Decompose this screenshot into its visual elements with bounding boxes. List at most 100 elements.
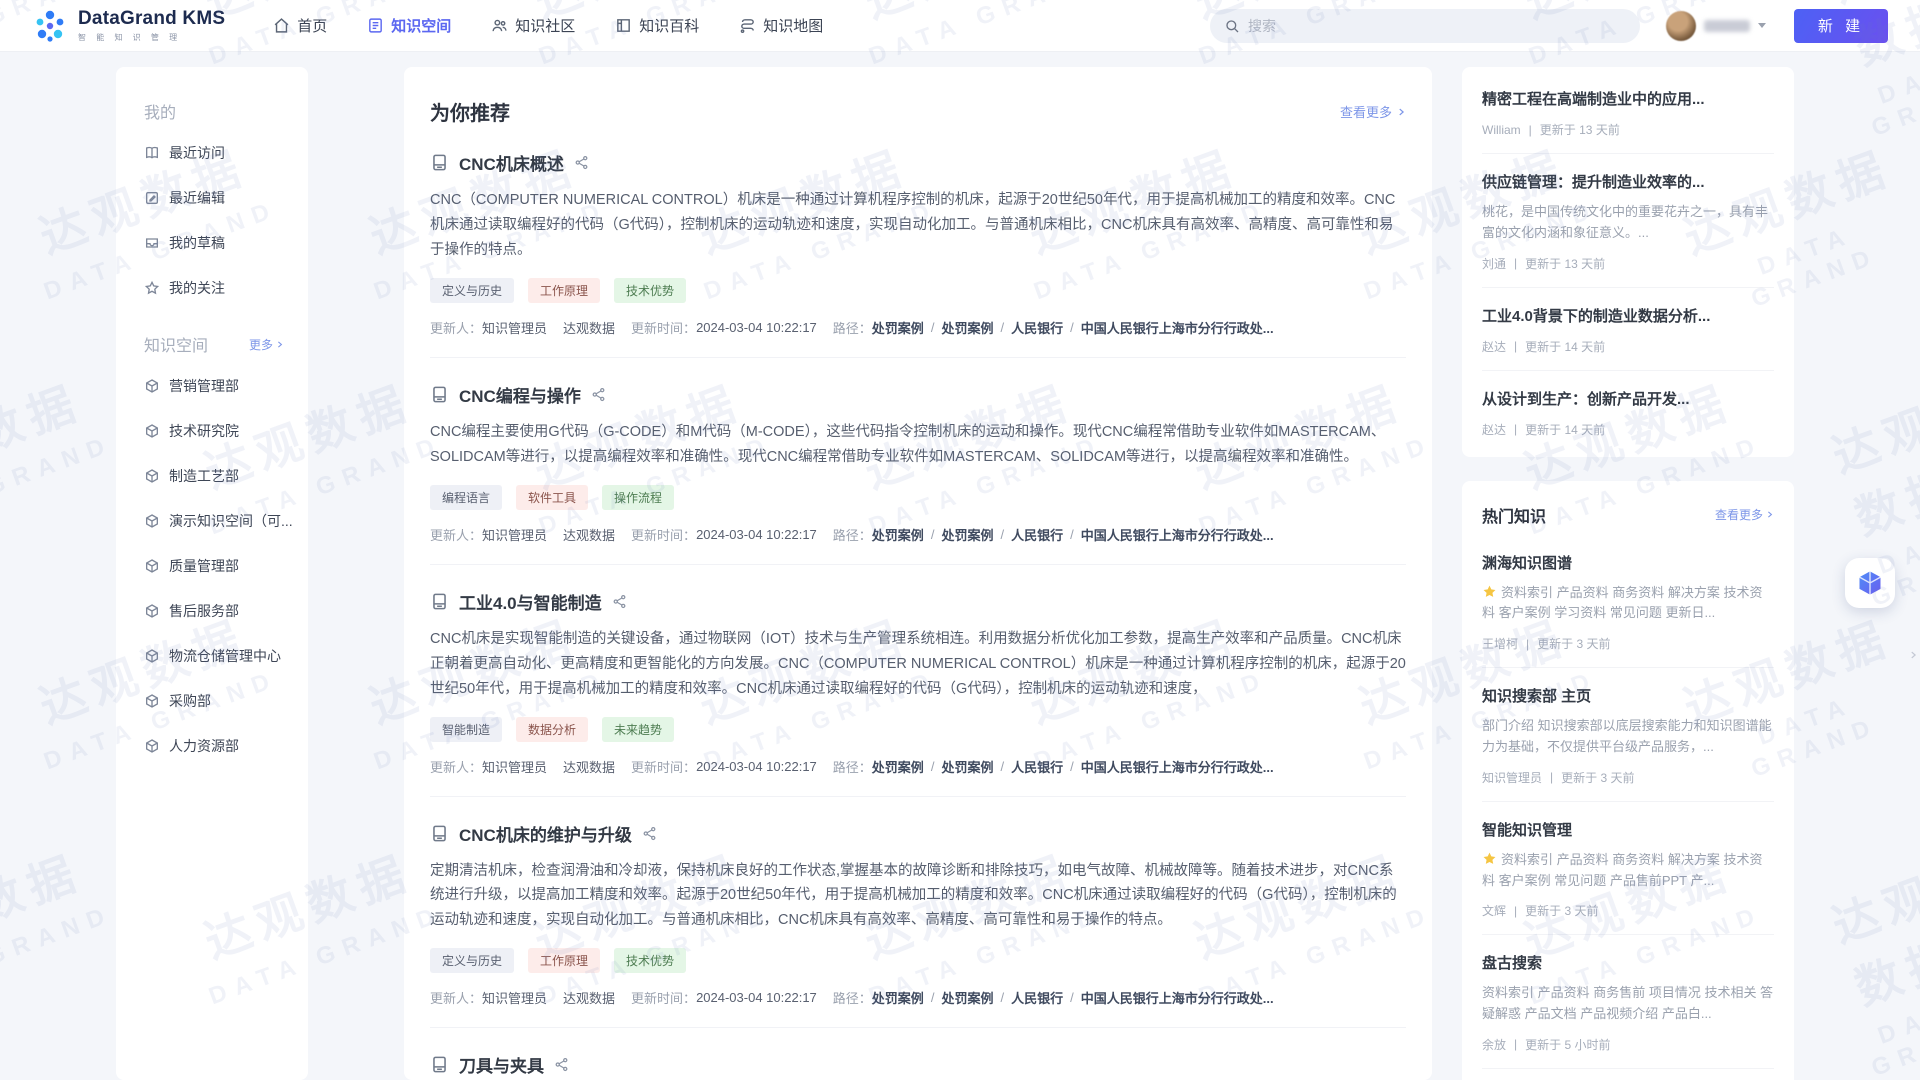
user-menu[interactable] <box>1666 11 1766 41</box>
nav-label: 知识空间 <box>391 15 451 36</box>
sidebar-item-label: 营销管理部 <box>169 376 239 396</box>
nav-item-community[interactable]: 知识社区 <box>491 15 575 36</box>
article-card: 刀具与夹具 根据加工材料和要求选择合适的刀具，如硬质合金刀具、陶瓷刀具等。包括手… <box>430 1028 1406 1080</box>
path-link[interactable]: 处罚案例 <box>872 988 924 1007</box>
path-link[interactable]: 处罚案例 <box>941 757 993 776</box>
recommend-view-more-link[interactable]: 查看更多 <box>1340 102 1406 121</box>
share-icon[interactable] <box>591 387 606 402</box>
tag[interactable]: 技术优势 <box>614 278 686 303</box>
list-item[interactable]: 从设计到生产：创新产品开发... 赵达 | 更新于 14 天前 <box>1482 371 1774 453</box>
author: William <box>1482 123 1521 137</box>
share-icon[interactable] <box>554 1057 569 1072</box>
list-item[interactable]: 知识搜索部 主页 部门介绍 知识搜索部以底层搜索能力和知识图谱能力为基础，不仅提… <box>1482 668 1774 802</box>
cube-icon <box>144 648 160 664</box>
tag[interactable]: 技术优势 <box>614 948 686 973</box>
share-icon[interactable] <box>612 594 627 609</box>
spaces-more-link[interactable]: 更多 <box>249 336 284 353</box>
tag[interactable]: 定义与历史 <box>430 278 514 303</box>
nav-item-wiki[interactable]: 知识百科 <box>615 15 699 36</box>
tag[interactable]: 未来趋势 <box>602 717 674 742</box>
tag[interactable]: 智能制造 <box>430 717 502 742</box>
share-icon[interactable] <box>574 155 589 170</box>
list-item[interactable]: 渊海知识图谱 资料索引 产品资料 商务资料 解决方案 技术资料 客户案例 学习资… <box>1482 535 1774 669</box>
sidebar-item-my-drafts[interactable]: 我的草稿 <box>144 233 308 253</box>
list-item[interactable]: 智能知识管理 资料索引 产品资料 商务资料 解决方案 技术资料 客户案例 常见问… <box>1482 802 1774 936</box>
divider: | <box>1514 904 1517 918</box>
time-label: 更新时间： <box>631 757 696 776</box>
tag[interactable]: 编程语言 <box>430 485 502 510</box>
nav-label: 知识百科 <box>639 15 699 36</box>
updated-time: 更新于 14 天前 <box>1525 338 1605 355</box>
nav-item-knowledge-map[interactable]: 知识地图 <box>739 15 823 36</box>
hot-view-more-link[interactable]: 查看更多 <box>1715 506 1774 523</box>
list-item[interactable]: 2024.03.22 代申 王军军 本周完成工作 知识图谱 【bug】排查并解决… <box>1482 1069 1774 1080</box>
search-input[interactable] <box>1248 18 1626 34</box>
sidebar-space-manufacturing[interactable]: 制造工艺部 <box>144 466 308 486</box>
article-title[interactable]: 从设计到生产：创新产品开发... <box>1482 389 1774 410</box>
create-new-button[interactable]: 新 建 <box>1794 9 1888 43</box>
tag[interactable]: 工作原理 <box>528 278 600 303</box>
path-link[interactable]: 中国人民银行上海市分行行政处... <box>1081 757 1274 776</box>
sidebar-space-logistics[interactable]: 物流仓储管理中心 <box>144 646 308 666</box>
sidebar-space-quality[interactable]: 质量管理部 <box>144 556 308 576</box>
list-item[interactable]: 供应链管理：提升制造业效率的... 桃花，是中国传统文化中的重要花卉之一，具有丰… <box>1482 154 1774 288</box>
sidebar-space-aftersales[interactable]: 售后服务部 <box>144 601 308 621</box>
tag[interactable]: 工作原理 <box>528 948 600 973</box>
path-link[interactable]: 处罚案例 <box>872 525 924 544</box>
sidebar-space-tech-institute[interactable]: 技术研究院 <box>144 421 308 441</box>
datagrand-logo-icon <box>32 8 68 44</box>
article-title[interactable]: 渊海知识图谱 <box>1482 553 1774 574</box>
updated-time: 更新于 3 天前 <box>1525 902 1598 919</box>
list-item[interactable]: 盘古搜索 资料索引 产品资料 商务售前 项目情况 技术相关 答疑解惑 产品文档 … <box>1482 935 1774 1069</box>
path-link[interactable]: 人民银行 <box>1011 988 1063 1007</box>
panel-collapse-arrow[interactable] <box>1908 648 1918 662</box>
sidebar-space-demo[interactable]: 演示知识空间（可... <box>144 511 308 531</box>
article-title[interactable]: 工业4.0与智能制造 <box>459 589 602 614</box>
ai-assistant-button[interactable] <box>1845 558 1895 608</box>
sidebar-space-procurement[interactable]: 采购部 <box>144 691 308 711</box>
tag[interactable]: 定义与历史 <box>430 948 514 973</box>
path-link[interactable]: 中国人民银行上海市分行行政处... <box>1081 525 1274 544</box>
tag[interactable]: 软件工具 <box>516 485 588 510</box>
path-link[interactable]: 处罚案例 <box>872 318 924 337</box>
path-link[interactable]: 人民银行 <box>1011 757 1063 776</box>
article-title[interactable]: 工业4.0背景下的制造业数据分析... <box>1482 306 1774 327</box>
path-label: 路径： <box>833 757 872 776</box>
global-search[interactable] <box>1210 9 1640 43</box>
nav-item-home[interactable]: 首页 <box>273 15 327 36</box>
list-item[interactable]: 精密工程在高端制造业中的应用... William | 更新于 13 天前 <box>1482 71 1774 154</box>
tag[interactable]: 数据分析 <box>516 717 588 742</box>
article-title[interactable]: CNC机床概述 <box>459 150 564 175</box>
path-link[interactable]: 处罚案例 <box>941 988 993 1007</box>
path-link[interactable]: 处罚案例 <box>941 318 993 337</box>
document-icon <box>430 385 449 404</box>
nav-item-knowledge-space[interactable]: 知识空间 <box>367 15 451 36</box>
share-icon[interactable] <box>642 826 657 841</box>
article-title[interactable]: 供应链管理：提升制造业效率的... <box>1482 172 1774 193</box>
cube-icon <box>144 423 160 439</box>
more-label: 更多 <box>249 336 273 353</box>
article-title[interactable]: 知识搜索部 主页 <box>1482 686 1774 707</box>
sidebar-space-hr[interactable]: 人力资源部 <box>144 736 308 756</box>
tag[interactable]: 操作流程 <box>602 485 674 510</box>
sidebar-item-my-follows[interactable]: 我的关注 <box>144 278 308 298</box>
path-link[interactable]: 处罚案例 <box>941 525 993 544</box>
article-title[interactable]: 盘古搜索 <box>1482 953 1774 974</box>
sidebar-item-recent-visits[interactable]: 最近访问 <box>144 143 308 163</box>
avatar[interactable] <box>1666 11 1696 41</box>
path-link[interactable]: 处罚案例 <box>872 757 924 776</box>
list-item[interactable]: 工业4.0背景下的制造业数据分析... 赵达 | 更新于 14 天前 <box>1482 288 1774 371</box>
path-link[interactable]: 中国人民银行上海市分行行政处... <box>1081 318 1274 337</box>
article-title[interactable]: CNC编程与操作 <box>459 382 581 407</box>
path-link[interactable]: 中国人民银行上海市分行行政处... <box>1081 988 1274 1007</box>
article-title[interactable]: 智能知识管理 <box>1482 820 1774 841</box>
path-link[interactable]: 人民银行 <box>1011 318 1063 337</box>
article-title[interactable]: CNC机床的维护与升级 <box>459 821 632 846</box>
brand-logo[interactable]: DataGrand KMS 智 能 知 识 管 理 <box>32 8 225 44</box>
sidebar-space-marketing[interactable]: 营销管理部 <box>144 376 308 396</box>
article-title[interactable]: 精密工程在高端制造业中的应用... <box>1482 89 1774 110</box>
sidebar-item-recent-edits[interactable]: 最近编辑 <box>144 188 308 208</box>
article-title[interactable]: 刀具与夹具 <box>459 1052 544 1077</box>
path-link[interactable]: 人民银行 <box>1011 525 1063 544</box>
sidebar-item-label: 质量管理部 <box>169 556 239 576</box>
